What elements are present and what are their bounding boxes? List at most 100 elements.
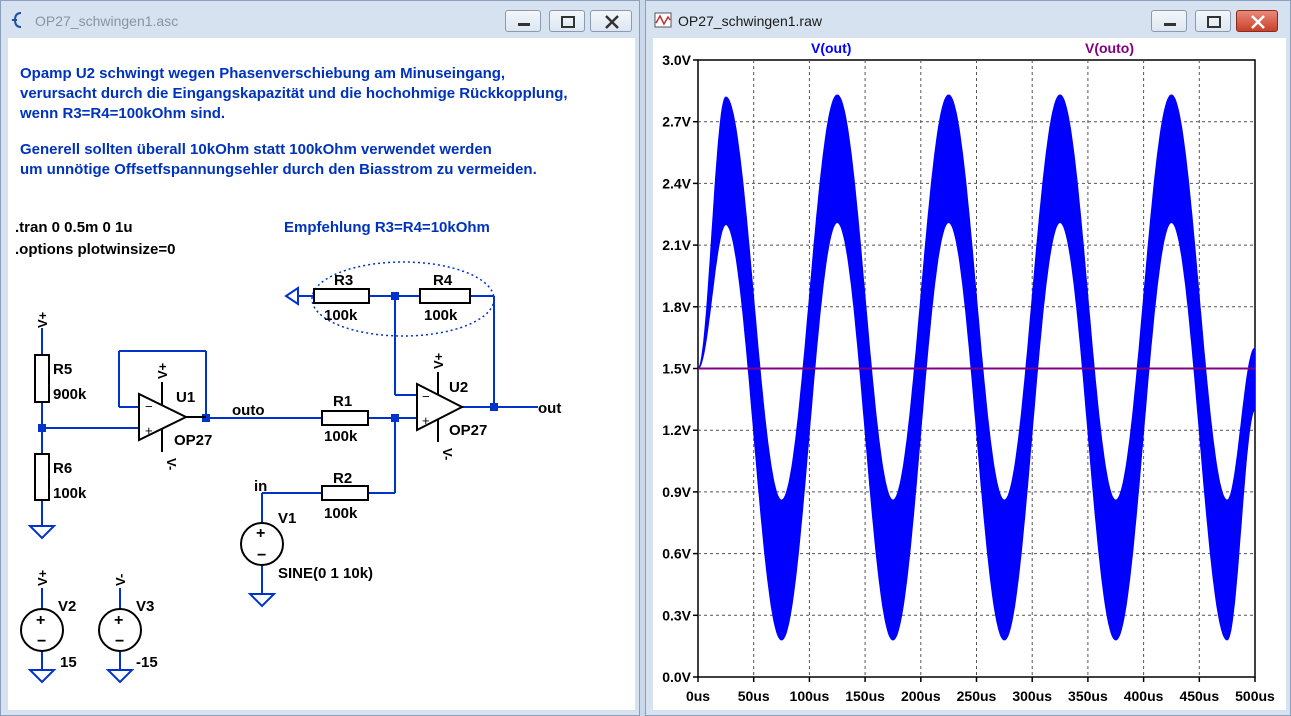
close-button[interactable]	[590, 10, 632, 32]
svg-text:+: +	[422, 413, 430, 428]
comment-line-1: Opamp U2 schwingt wegen Phasenverschiebu…	[20, 65, 505, 82]
comment-line-5: um unnötige Offsetfspannungsehler durch …	[20, 161, 537, 178]
x-tick-label: 150us	[845, 688, 885, 704]
r3-value[interactable]: 100k	[324, 307, 358, 324]
svg-text:−: −	[37, 633, 46, 650]
tran-directive[interactable]: .tran 0 0.5m 0 1u	[15, 219, 133, 236]
x-tick-label: 100us	[790, 688, 830, 704]
waveform-maximize-button[interactable]	[1195, 10, 1231, 32]
svg-text:−: −	[422, 389, 430, 404]
schematic-drawing[interactable]: Opamp U2 schwingt wegen Phasenverschiebu…	[8, 38, 635, 710]
y-tick-label: 0.9V	[662, 484, 691, 500]
maximize-button[interactable]	[549, 10, 585, 32]
restore-icon	[1207, 16, 1221, 28]
legend-vouto[interactable]: V(outo)	[1085, 40, 1134, 56]
waveform-minimize-button[interactable]	[1151, 10, 1187, 32]
waveform-titlebar[interactable]: OP27_schwingen1.raw	[646, 1, 1290, 37]
x-tick-label: 250us	[957, 688, 997, 704]
waveform-window-title: OP27_schwingen1.raw	[678, 13, 822, 29]
y-tick-label: 1.5V	[662, 361, 691, 377]
r4-value[interactable]: 100k	[424, 307, 458, 324]
waveform-app-icon	[654, 12, 672, 28]
y-tick-label: 0.6V	[662, 546, 691, 562]
x-tick-label: 50us	[738, 688, 770, 704]
v3-name: V3	[136, 598, 154, 615]
restore-icon	[561, 16, 575, 28]
x-tick-label: 300us	[1012, 688, 1052, 704]
y-tick-label: 2.1V	[662, 237, 691, 253]
flag-v3-vminus: V-	[113, 574, 128, 586]
x-tick-label: 0us	[686, 688, 710, 704]
comment-line-2: verursacht durch die Eingangskapazität u…	[20, 85, 568, 102]
close-icon	[605, 15, 619, 29]
v3-value[interactable]: -15	[136, 654, 158, 671]
flag-u2-vplus: V+	[431, 352, 446, 369]
schematic-window: OP27_schwingen1.asc Opamp U2 schwingt we…	[0, 0, 640, 716]
svg-text:−: −	[145, 399, 153, 414]
minimize-button[interactable]	[505, 10, 541, 32]
comment-line-3: wenn R3=R4=100kOhm sind.	[19, 105, 225, 122]
schematic-canvas[interactable]: Opamp U2 schwingt wegen Phasenverschiebu…	[8, 38, 635, 710]
flag-u1-vminus: V-	[164, 458, 179, 470]
y-tick-label: 3.0V	[662, 52, 691, 68]
u1-model[interactable]: OP27	[174, 432, 212, 449]
r3-name: R3	[334, 272, 353, 289]
schematic-window-title: OP27_schwingen1.asc	[35, 13, 179, 29]
v1-value[interactable]: SINE(0 1 10k)	[278, 565, 373, 582]
flag-u2-vminus: V-	[440, 448, 455, 460]
recommendation-text: Empfehlung R3=R4=10kOhm	[284, 219, 490, 236]
y-axis-ticks: 0.0V 0.3V 0.6V 0.9V 1.2V 1.5V 1.8V 2.1V 2.4V 2.7V…	[662, 52, 698, 685]
close-icon	[1251, 15, 1265, 29]
x-tick-label: 400us	[1124, 688, 1164, 704]
v1-name: V1	[278, 510, 296, 527]
y-tick-label: 1.2V	[662, 422, 691, 438]
y-tick-label: 2.4V	[662, 175, 691, 191]
r5-value[interactable]: 900k	[53, 386, 87, 403]
svg-text:+: +	[145, 423, 153, 438]
waveform-canvas[interactable]: 0.0V 0.3V 0.6V 0.9V 1.2V 1.5V 1.8V 2.1V 2.4V 2.7V…	[653, 38, 1286, 710]
y-tick-label: 0.0V	[662, 669, 691, 685]
x-axis-ticks: 0us 50us 100us 150us 200us 250us 300us 350us 400…	[686, 677, 1275, 704]
waveform-close-button[interactable]	[1236, 10, 1278, 32]
waveform-plot[interactable]: 0.0V 0.3V 0.6V 0.9V 1.2V 1.5V 1.8V 2.1V 2.4V 2.7V…	[653, 38, 1286, 710]
x-tick-label: 200us	[901, 688, 941, 704]
r1-value[interactable]: 100k	[324, 428, 358, 445]
net-label-outo: outo	[232, 402, 264, 419]
r2-name: R2	[333, 470, 352, 487]
schematic-app-icon	[12, 12, 22, 28]
legend-vout[interactable]: V(out)	[811, 40, 851, 56]
flag-r5-vplus: V+	[35, 311, 50, 328]
flag-u1-vplus: V+	[155, 362, 170, 379]
v2-value[interactable]: 15	[60, 654, 77, 671]
minimize-icon	[1164, 23, 1176, 26]
minimize-icon	[518, 23, 530, 26]
r6-name: R6	[53, 460, 72, 477]
comment-line-4: Generell sollten überall 10kOhm statt 10…	[20, 141, 492, 158]
waveform-window: OP27_schwingen1.raw 0.0V 0.3V 0.6V 0.9V 1.2V…	[645, 0, 1291, 716]
r5-name: R5	[53, 361, 72, 378]
svg-text:+: +	[256, 525, 265, 542]
u2-name: U2	[449, 379, 468, 396]
r6-value[interactable]: 100k	[53, 485, 87, 502]
y-tick-label: 0.3V	[662, 607, 691, 623]
schematic-titlebar[interactable]: OP27_schwingen1.asc	[1, 1, 639, 37]
v2-name: V2	[58, 598, 76, 615]
voltage-sources	[20, 522, 284, 652]
svg-text:+: +	[36, 612, 45, 629]
svg-text:−: −	[115, 633, 124, 650]
svg-text:−: −	[257, 547, 266, 564]
flag-v2-vplus: V+	[35, 569, 50, 586]
options-directive[interactable]: .options plotwinsize=0	[15, 241, 175, 258]
u1-name: U1	[176, 389, 195, 406]
x-tick-label: 450us	[1179, 688, 1219, 704]
u2-model[interactable]: OP27	[449, 422, 487, 439]
r2-value[interactable]: 100k	[324, 505, 358, 522]
r4-name: R4	[433, 272, 453, 289]
net-label-out: out	[538, 400, 561, 417]
net-label-in: in	[254, 478, 267, 495]
svg-text:+: +	[114, 612, 123, 629]
y-tick-label: 2.7V	[662, 114, 691, 130]
r1-name: R1	[333, 393, 352, 410]
x-tick-label: 350us	[1068, 688, 1108, 704]
x-tick-label: 500us	[1235, 688, 1275, 704]
